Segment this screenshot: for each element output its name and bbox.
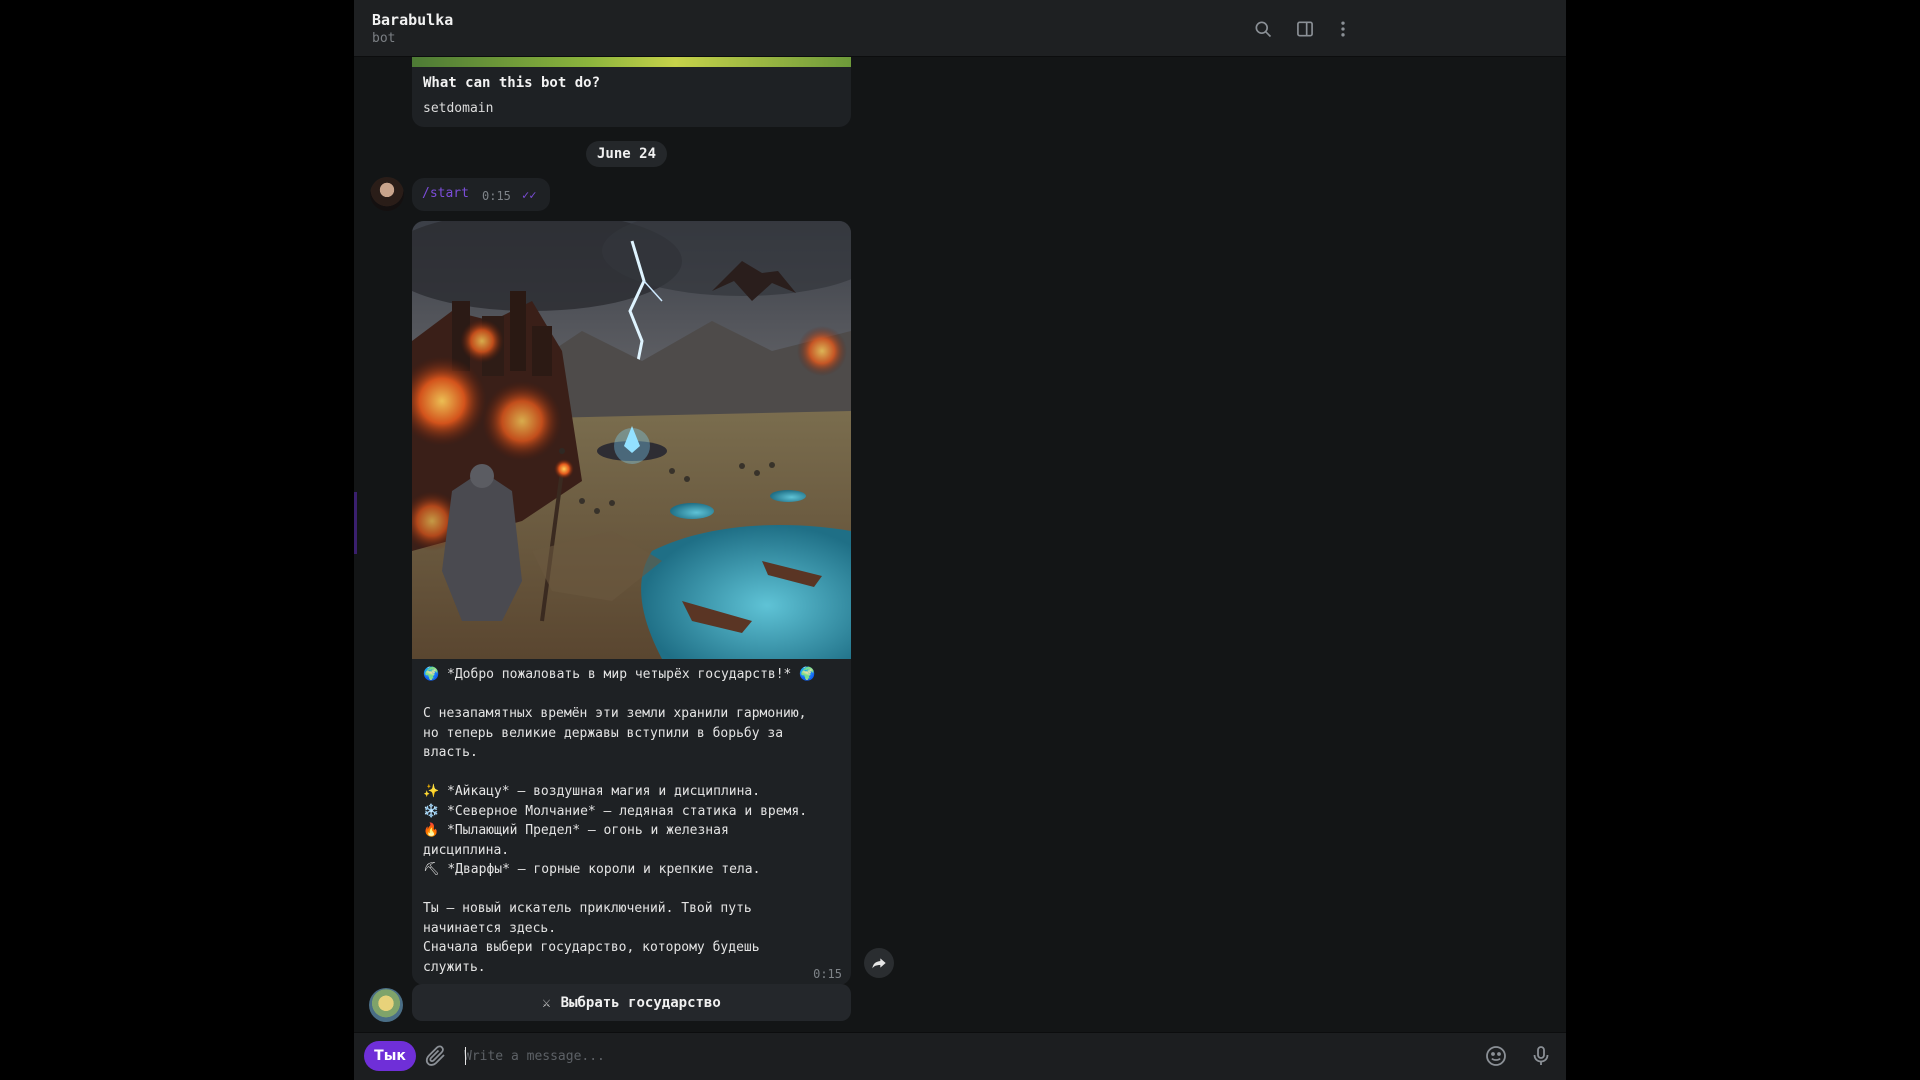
message-line: ✨ *Айкацу* — воздушная магия и дисциплин… (423, 784, 761, 799)
more-vertical-icon[interactable] (1330, 16, 1356, 42)
message-line: начинается здесь. (423, 920, 557, 936)
read-check-icon: ✓✓ (522, 188, 537, 202)
text-caret (465, 1047, 466, 1065)
message-time: 0:15 (813, 967, 842, 981)
message-line: власть. (423, 745, 478, 760)
message-line: дисциплина. (423, 842, 510, 858)
date-separator: June 24 (586, 141, 668, 167)
message-line: но теперь великие державы вступили в бор… (423, 725, 784, 741)
chat-header: Barabulka bot (354, 0, 1566, 57)
bot-message-bubble[interactable]: 🌍 *Добро пожаловать в мир четырёх госуда… (412, 221, 851, 985)
message-line (423, 763, 843, 783)
microphone-icon[interactable] (1529, 1044, 1555, 1070)
message-line: 🌍 *Добро пожаловать в мир четырёх госуда… (423, 667, 816, 682)
info-card-question: What can this bot do? (423, 75, 601, 91)
sidebar-toggle-icon[interactable] (1292, 16, 1318, 42)
message-line: служить. (423, 959, 486, 975)
user-avatar[interactable] (370, 177, 404, 211)
choose-state-label: Выбрать государство (560, 994, 721, 1011)
choose-state-button[interactable]: ⚔ Выбрать государство (412, 984, 851, 1021)
message-line: Сначала выбери государство, которому буд… (423, 940, 760, 955)
bot-menu-button[interactable]: Тык (364, 1041, 416, 1071)
message-line: С незапамятных времён эти земли хранили … (423, 706, 807, 721)
telegram-window: Barabulka bot What can this bot do? setd… (354, 0, 1566, 1080)
message-line: Ты — новый искатель приключений. Твой пу… (423, 901, 752, 916)
fantasy-world-image[interactable] (412, 221, 851, 659)
attach-icon[interactable] (424, 1044, 450, 1070)
chat-title[interactable]: Barabulka (372, 11, 453, 29)
message-line (423, 880, 843, 900)
bot-info-card: What can this bot do? setdomain (412, 57, 851, 127)
user-message-bubble[interactable]: /start 0:15 ✓✓ (412, 178, 550, 211)
message-line: ⛏ *Дварфы* — горные короли и крепкие тел… (423, 862, 761, 877)
message-input[interactable] (464, 1041, 1364, 1071)
forward-arrow-icon (872, 958, 886, 969)
emoji-icon[interactable] (1484, 1044, 1510, 1070)
welcome-message-text: 🌍 *Добро пожаловать в мир четырёх госуда… (423, 665, 843, 977)
message-line (423, 685, 843, 705)
info-card-answer: setdomain (423, 101, 494, 116)
scroll-accent (354, 492, 357, 554)
message-line: ❄️ *Северное Молчание* — ледяная статика… (423, 803, 808, 819)
bot-avatar[interactable] (369, 988, 403, 1022)
chat-subtitle: bot (372, 31, 396, 46)
chat-area[interactable]: What can this bot do? setdomain June 24 … (354, 57, 1566, 1032)
forward-button[interactable] (864, 948, 894, 978)
command-link[interactable]: /start (422, 186, 469, 201)
info-card-banner (412, 57, 851, 67)
message-composer: Тык (354, 1032, 1566, 1080)
message-time: 0:15 (482, 189, 511, 203)
search-icon[interactable] (1250, 16, 1276, 42)
message-line: 🔥 *Пылающий Предел* — огонь и железная (423, 823, 729, 838)
crossed-swords-icon: ⚔ (542, 994, 551, 1011)
